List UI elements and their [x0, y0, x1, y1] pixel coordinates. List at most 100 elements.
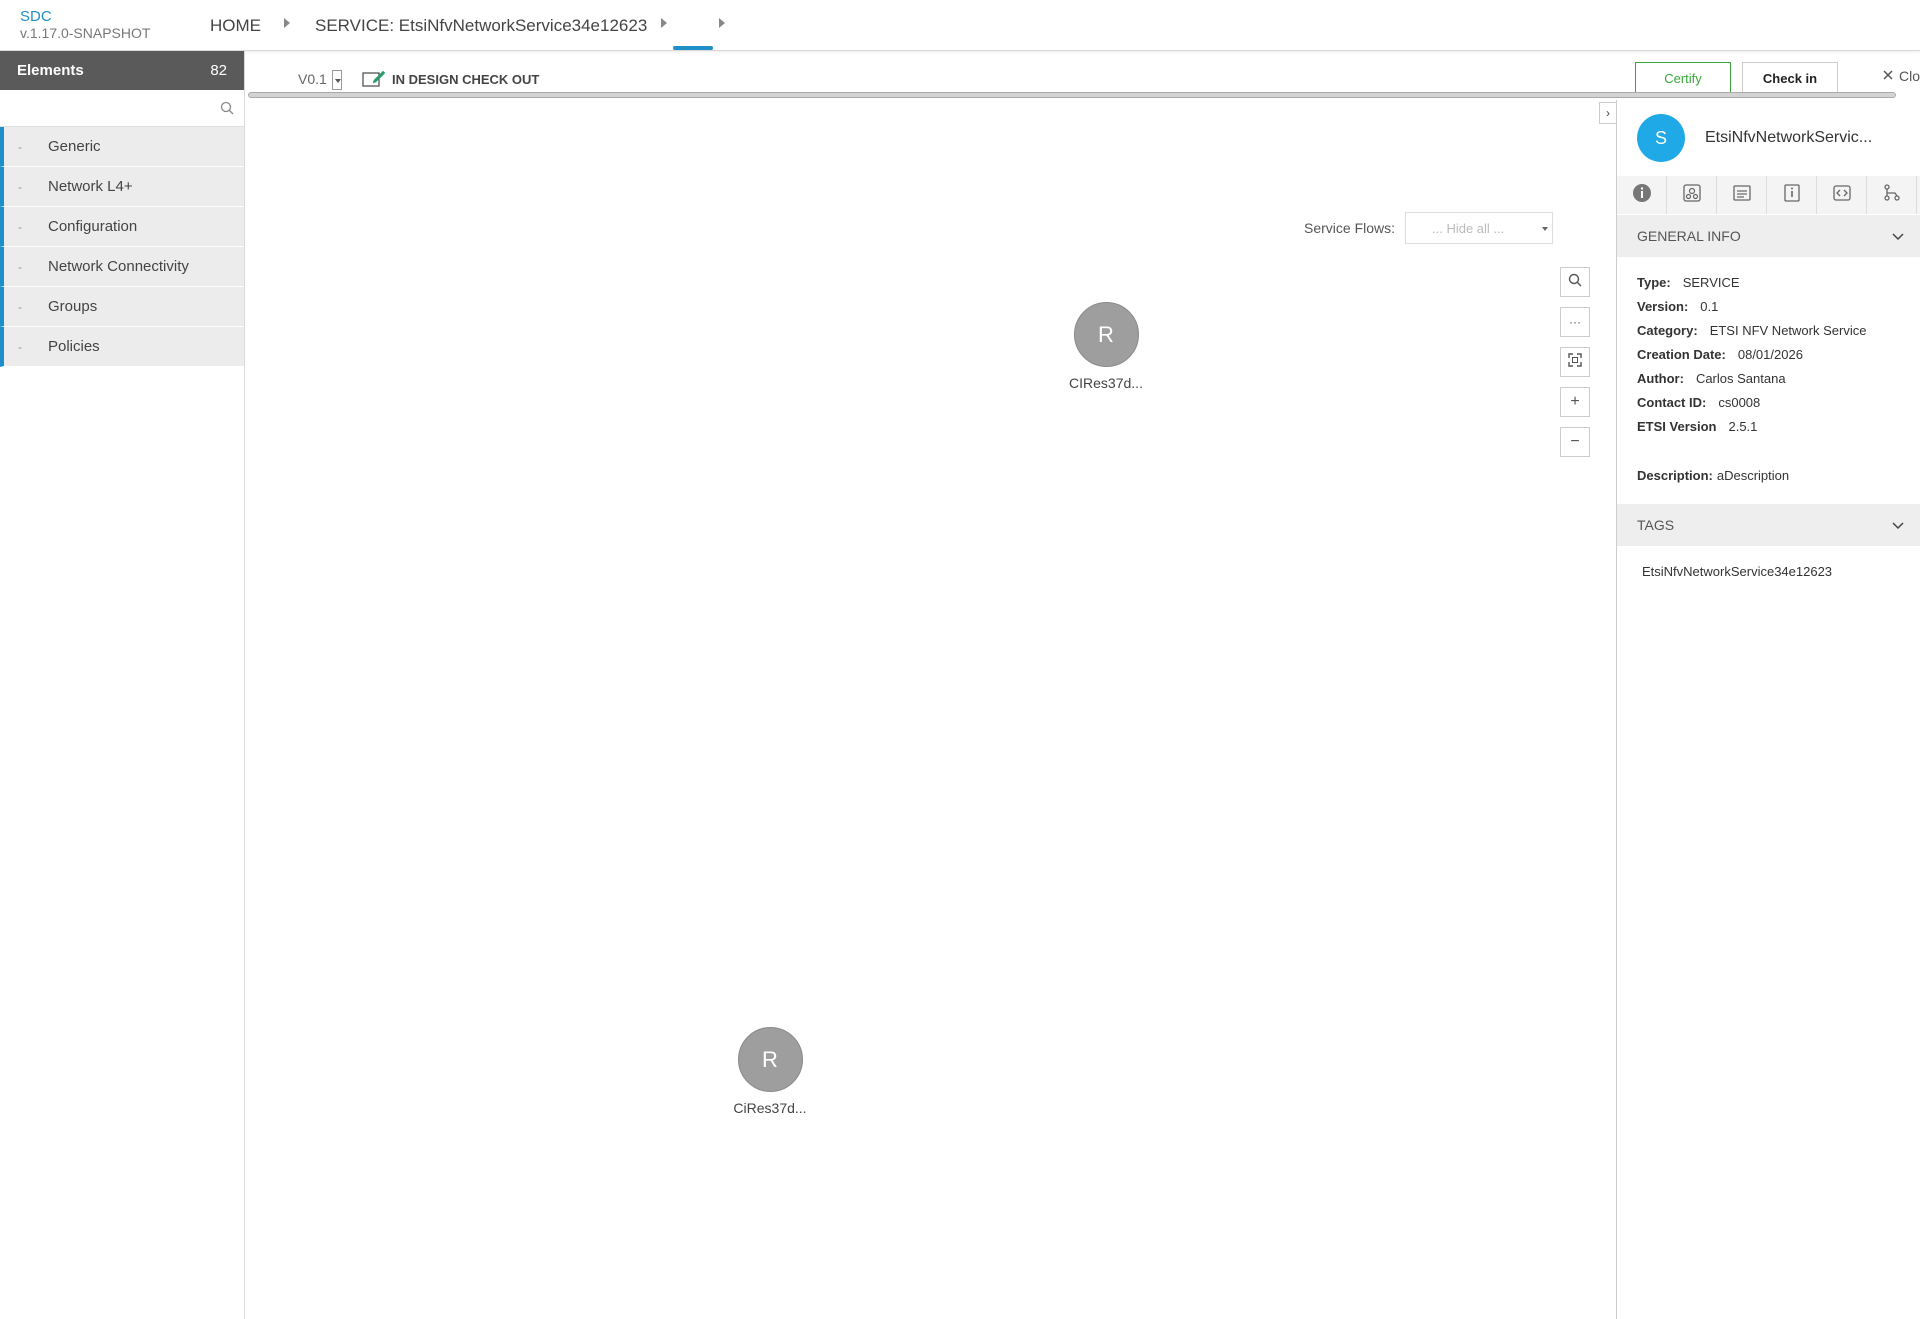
avatar: S — [1637, 114, 1685, 162]
canvas-node[interactable]: R CIRes37d... — [1056, 302, 1156, 391]
category-label: Groups — [48, 298, 98, 315]
version-select[interactable]: V0.1 — [298, 71, 327, 87]
description-key: Description: — [1637, 468, 1713, 483]
node-label: CIRes37d... — [1069, 375, 1143, 391]
elements-search — [0, 90, 244, 127]
palette-category-policies[interactable]: - Policies — [0, 327, 244, 367]
category-label: Network Connectivity — [48, 258, 189, 275]
breadcrumb-home[interactable]: HOME — [210, 16, 261, 36]
description-row: Description: aDescription — [1617, 448, 1920, 503]
close-icon — [1882, 68, 1894, 84]
elements-count: 82 — [210, 62, 227, 79]
breadcrumb-arrow-icon[interactable] — [719, 18, 725, 28]
chevron-down-icon — [1892, 228, 1904, 244]
chevron-down-icon — [1892, 517, 1904, 533]
minus-icon: − — [1570, 433, 1580, 450]
details-tabs — [1617, 176, 1920, 214]
info-key: Creation Date: — [1637, 346, 1726, 362]
tab-composition[interactable] — [1867, 176, 1917, 214]
collapse-icon: - — [18, 259, 22, 274]
document-icon — [1732, 183, 1752, 208]
certify-button[interactable]: Certify — [1635, 62, 1731, 94]
canvas-node[interactable]: R CiRes37d... — [720, 1027, 820, 1116]
elements-search-input[interactable] — [0, 90, 244, 126]
fit-to-screen-button[interactable] — [1560, 347, 1590, 377]
plus-icon: + — [1570, 393, 1580, 410]
app-version: v.1.17.0-SNAPSHOT — [20, 25, 151, 41]
check-in-button[interactable]: Check in — [1742, 62, 1838, 94]
info-row: ETSI Version 2.5.1 — [1637, 414, 1900, 438]
general-info-section-header[interactable]: GENERAL INFO — [1617, 215, 1920, 257]
tab-api[interactable] — [1817, 176, 1867, 214]
artifacts-icon — [1682, 183, 1702, 208]
info-key: ETSI Version — [1637, 418, 1717, 434]
workspace-toolbar: V0.1 IN DESIGN CHECK OUT Certify Check i… — [246, 51, 1920, 95]
breadcrumb-arrow-icon[interactable] — [661, 18, 667, 28]
app-logo[interactable]: SDC v.1.17.0-SNAPSHOT — [20, 8, 151, 42]
tab-deployment-artifacts[interactable] — [1667, 176, 1717, 214]
code-icon — [1832, 183, 1852, 208]
close-button[interactable]: Clo — [1882, 68, 1920, 84]
top-navigation-bar: SDC v.1.17.0-SNAPSHOT HOME SERVICE: Etsi… — [0, 0, 1920, 51]
breadcrumb-active-indicator — [673, 46, 713, 50]
palette-category-network-connectivity[interactable]: - Network Connectivity — [0, 247, 244, 287]
node-label: CiRes37d... — [733, 1100, 807, 1116]
info-value: ETSI NFV Network Service — [1709, 322, 1867, 338]
fit-screen-icon — [1568, 352, 1582, 372]
palette-category-configuration[interactable]: - Configuration — [0, 207, 244, 247]
tab-information-artifacts[interactable] — [1717, 176, 1767, 214]
horizontal-scrollbar[interactable] — [248, 92, 1896, 98]
palette-category-groups[interactable]: - Groups — [0, 287, 244, 327]
node-circle[interactable]: R — [737, 1027, 803, 1092]
more-options-button[interactable]: ··· — [1560, 307, 1590, 337]
details-header: S EtsiNfvNetworkServic... — [1617, 100, 1920, 176]
zoom-out-button[interactable]: − — [1560, 427, 1590, 457]
elements-header: Elements 82 — [0, 51, 244, 90]
palette-category-network-l4[interactable]: - Network L4+ — [0, 167, 244, 207]
collapse-icon: - — [18, 179, 22, 194]
section-title: GENERAL INFO — [1637, 228, 1741, 244]
app-brand: SDC — [20, 8, 52, 25]
service-name: EtsiNfvNetworkServic... — [1705, 129, 1873, 146]
status-text: IN DESIGN CHECK OUT — [392, 72, 540, 87]
collapse-icon: - — [18, 219, 22, 234]
tab-general-info[interactable] — [1617, 176, 1667, 214]
elements-palette: Elements 82 - Generic - Network L4+ - Confi… — [0, 51, 245, 1319]
service-flows-select[interactable]: ... Hide all ... — [1405, 212, 1553, 244]
category-label: Configuration — [48, 218, 138, 235]
composition-canvas[interactable]: Service Flows: ... Hide all ... ··· + − … — [246, 100, 1616, 1310]
category-label: Policies — [48, 338, 100, 355]
chevron-right-icon[interactable]: › — [1599, 102, 1617, 124]
tags-section-header[interactable]: TAGS — [1617, 504, 1920, 546]
collapse-icon: - — [18, 339, 22, 354]
description-value: aDescription — [1716, 468, 1790, 483]
lifecycle-status: IN DESIGN CHECK OUT — [362, 69, 539, 90]
info-value: 2.5.1 — [1728, 418, 1758, 434]
node-circle[interactable]: R — [1073, 302, 1139, 367]
general-info-list: Type: SERVICE Version: 0.1 Category: ETSI N… — [1617, 257, 1920, 448]
info-row: Category: ETSI NFV Network Service — [1637, 318, 1900, 342]
hierarchy-icon — [1882, 183, 1902, 208]
info-row: Contact ID: cs0008 — [1637, 390, 1900, 414]
palette-category-generic[interactable]: - Generic — [0, 127, 244, 167]
ellipsis-icon: ··· — [1569, 315, 1581, 329]
tab-properties[interactable] — [1767, 176, 1817, 214]
info-row: Type: SERVICE — [1637, 270, 1900, 294]
info-value: cs0008 — [1718, 394, 1761, 410]
search-canvas-button[interactable] — [1560, 267, 1590, 297]
info-key: Category: — [1637, 322, 1698, 338]
breadcrumb-arrow-icon[interactable] — [284, 18, 290, 28]
close-label: Clo — [1899, 68, 1920, 84]
details-panel: S EtsiNfvNetworkServic... GENERAL INFO T… — [1616, 100, 1920, 1319]
collapse-icon: - — [18, 299, 22, 314]
search-icon[interactable] — [220, 101, 234, 120]
info-value: 0.1 — [1700, 298, 1719, 314]
info-row: Creation Date: 08/01/2026 — [1637, 342, 1900, 366]
info-value: SERVICE — [1682, 274, 1740, 290]
edit-icon — [362, 69, 386, 90]
breadcrumb-service[interactable]: SERVICE: EtsiNfvNetworkService34e12623 — [315, 16, 647, 36]
chevron-down-icon[interactable] — [332, 70, 342, 90]
info-key: Contact ID: — [1637, 394, 1707, 410]
elements-title: Elements — [17, 62, 84, 79]
zoom-in-button[interactable]: + — [1560, 387, 1590, 417]
